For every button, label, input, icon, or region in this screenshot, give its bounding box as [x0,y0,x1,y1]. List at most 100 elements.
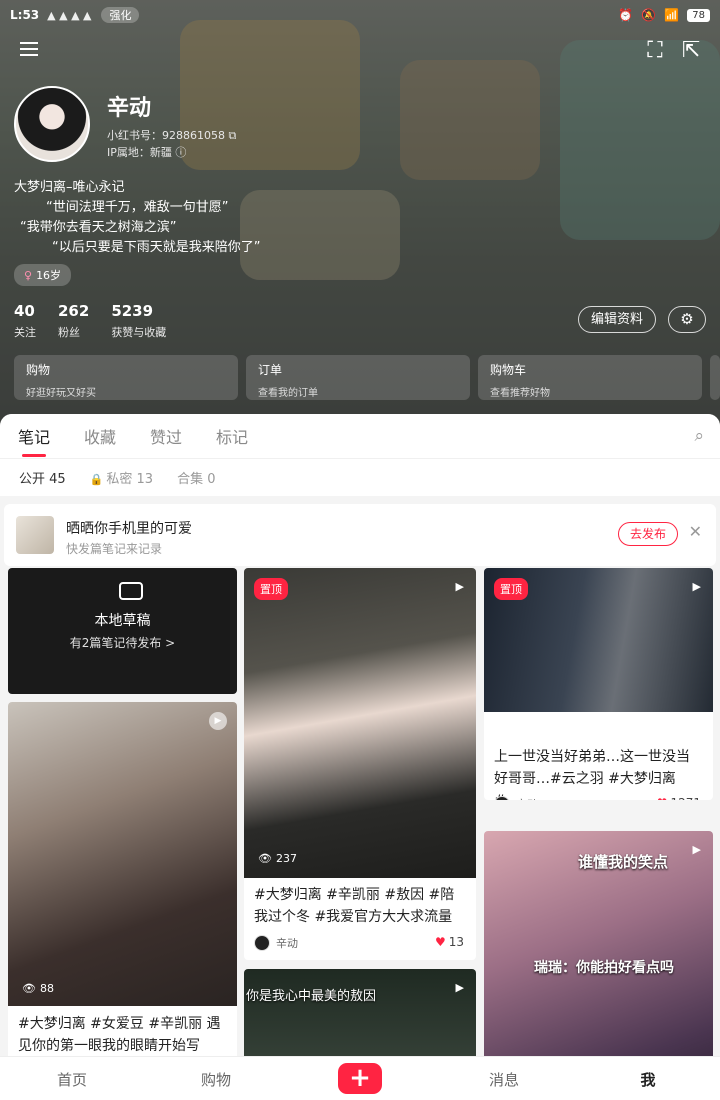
notes-panel: 笔记 收藏 赞过 标记 ⌕ 公开 45 🔒 私密 13 合集 0 晒晒你手机里的可… [0,414,720,1100]
stat-value: 262 [58,302,90,320]
author-name: 辛动 [516,796,538,800]
eye-icon: 👁 [498,714,512,727]
wifi-icon: 📶 [664,8,680,22]
info-icon[interactable]: ⓘ [175,146,186,159]
top-bar: ⛶ ⇱ [16,38,704,64]
alarm-icon: ⏰ [618,8,634,22]
stat-followers[interactable]: 262 粉丝 [58,302,89,340]
shortcut-more[interactable] [710,355,720,400]
tab-marked[interactable]: 标记 [216,424,248,448]
author-avatar [494,796,510,800]
plus-icon: + [349,1063,371,1093]
status-bar: L:53 ▲ ▲ ▲ ▲ 强化 ⏰ 🔕 📶 78 [10,4,710,26]
cover-overlay-text: 谁懂我的笑点 [578,853,669,871]
draft-title: 本地草稿 [94,613,151,629]
view-count: 👁 237 [258,852,297,865]
scan-icon[interactable]: ⛶ [642,38,668,64]
shortcut-orders[interactable]: 订单 查看我的订单 [246,355,470,400]
status-right: ⏰ 🔕 📶 78 [618,8,710,22]
profile-stats: 40 关注 262 粉丝 5239 获赞与收藏 [14,302,166,340]
stat-label: 获赞与收藏 [111,326,167,339]
note-caption: #大梦归离 #女爱豆 #辛凯丽 遇见你的第一眼我的眼睛开始写情… [18,1016,221,1062]
note-card[interactable]: ▶ 👁88 #大梦归离 #女爱豆 #辛凯丽 遇见你的第一眼我的眼睛开始写情… [8,702,237,1062]
notification-icons: ▲ ▲ ▲ ▲ [47,8,92,22]
profile-bio: 大梦归离–唯心永记 “世间法理千万，难敌一句甘愿” “我带你去看天之树海之滨” … [14,178,260,258]
shortcut-shopping[interactable]: 购物 好逛好玩又好买 [14,355,238,400]
shortcut-subtitle: 好逛好玩又好买 [26,388,96,399]
publish-prompt[interactable]: 晒晒你手机里的可爱 快发篇笔记来记录 去发布 ✕ [4,504,716,566]
stat-following[interactable]: 40 关注 [14,302,36,340]
note-cover: ▶ 👁 88 [8,702,237,1006]
like-count-value: 1271 [670,796,701,800]
note-cover: 置顶 ▶ 👁 3872 [484,568,713,727]
publish-button[interactable]: 去发布 [618,522,678,546]
red-id-value[interactable]: 928861058 [162,129,225,142]
like-count[interactable]: ♥ 13 [435,935,464,949]
subtab-public[interactable]: 公开 45 [19,468,66,487]
ip-location: IP属地：新疆 ⓘ [107,144,186,160]
nav-home[interactable]: 首页 [42,1069,102,1090]
note-author[interactable]: 辛动 [254,935,298,951]
shortcut-title: 订单 [258,363,283,377]
stat-likes-collects[interactable]: 5239 获赞与收藏 [111,302,166,340]
heart-icon: ♥ [657,796,668,800]
note-author[interactable]: 辛动 [494,796,538,800]
avatar[interactable] [14,86,90,162]
female-icon: ♀ [24,269,33,282]
pinned-badge: 置顶 [254,578,288,600]
battery-icon: 78 [687,8,710,22]
close-icon[interactable]: ✕ [689,522,702,541]
status-pill: 强化 [101,7,140,23]
like-count[interactable]: ♥1271 [657,796,701,800]
bio-line: “世间法理千万，难敌一句甘愿” [46,200,229,215]
visibility-tabs: 公开 45 🔒 私密 13 合集 0 [0,458,720,496]
nav-messages[interactable]: 消息 [474,1069,534,1090]
share-icon[interactable]: ⇱ [678,38,704,64]
bio-line: “以后只要是下雨天就是我来陪你了” [52,240,261,255]
shortcut-subtitle: 查看我的订单 [258,388,318,399]
shortcut-cart[interactable]: 购物车 查看推荐好物 [478,355,702,400]
copy-icon[interactable]: ⧉ [229,129,237,142]
shortcut-title: 购物 [26,363,51,377]
stat-label: 粉丝 [58,326,80,339]
view-count-value: 3872 [515,714,544,727]
shortcut-title: 购物车 [490,363,527,377]
video-icon: ▶ [455,981,464,994]
video-icon: ▶ [692,580,701,593]
red-id: 小红书号：928861058 ⧉ [107,127,236,143]
subtab-private-label: 私密 13 [106,472,154,487]
subtab-private[interactable]: 🔒 私密 13 [90,468,153,487]
note-card[interactable]: 置顶 ▶ 👁 237 #大梦归离 #辛凯丽 #敖因 #陪我过个冬 #我爱官方大大求… [244,568,476,960]
video-icon: ▶ [455,580,464,593]
bio-line: 大梦归离–唯心永记 [14,180,125,195]
profile-name: 辛动 [107,96,152,121]
ip-label: IP属地： [107,146,150,159]
video-icon: ▶ [209,712,227,730]
search-icon[interactable]: ⌕ [694,426,704,446]
subtab-collection[interactable]: 合集 0 [177,468,215,487]
status-time: L:53 [10,8,40,22]
cover-overlay-text: 瑞瑞：你能拍好看点吗 [534,960,674,976]
eye-icon: 👁 [22,982,36,995]
tab-notes[interactable]: 笔记 [18,424,50,457]
note-cover: 置顶 ▶ 👁 237 [244,568,476,878]
draft-card[interactable]: 本地草稿 有2篇笔记待发布 > [8,568,237,694]
draft-subtitle: 有2篇笔记待发布 > [69,636,176,650]
tab-collections[interactable]: 收藏 [84,424,116,448]
author-avatar [254,935,270,951]
stat-label: 关注 [14,326,36,339]
settings-button[interactable]: ⚙ [668,306,706,333]
view-count: 👁 3872 [498,714,544,727]
content-tabs: 笔记 收藏 赞过 标记 ⌕ [0,414,720,458]
view-count: 👁 88 [22,982,54,995]
edit-profile-button[interactable]: 编辑资料 [578,306,656,333]
view-count-value: 237 [275,852,297,865]
promo-subtitle: 快发篇笔记来记录 [66,542,163,556]
nav-shopping[interactable]: 购物 [186,1069,246,1090]
cover-overlay-text: 你是我心中最美的敖因 [246,989,377,1004]
create-button[interactable]: + [338,1063,382,1094]
note-card[interactable]: 置顶 ▶ 👁 3872 上一世没当好弟弟…这一世没当好哥哥…#云之羽 #大梦归离 … [484,568,713,800]
tab-liked[interactable]: 赞过 [150,424,182,448]
nav-me[interactable]: 我 [618,1069,678,1090]
menu-icon[interactable] [16,38,42,64]
